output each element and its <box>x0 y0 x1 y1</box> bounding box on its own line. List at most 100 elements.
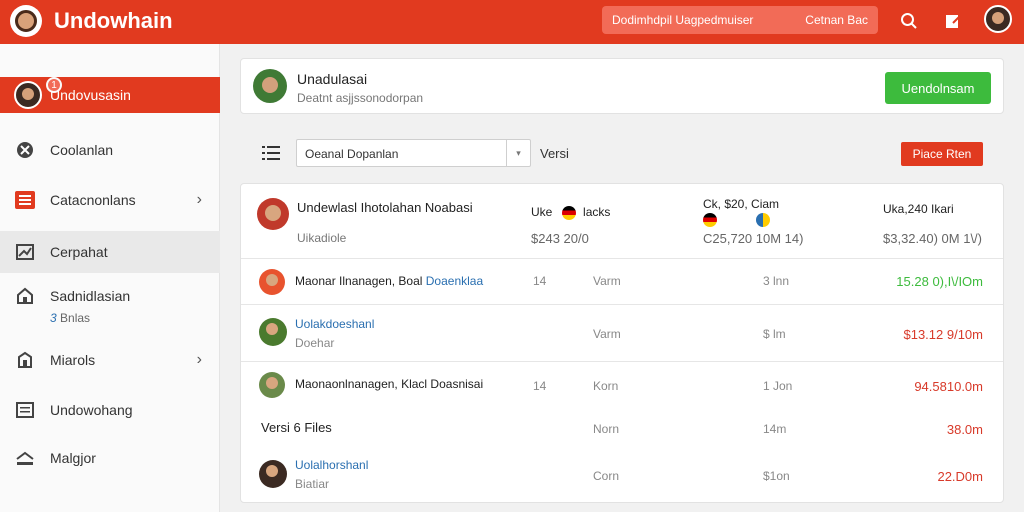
sidebar-item-label: Catacnonlans <box>50 192 136 208</box>
user-avatar[interactable] <box>984 5 1012 33</box>
list-icon <box>14 189 36 211</box>
sidebar: 1 Undovusasin Coolanlan Catacnonlans › C… <box>0 44 220 512</box>
flag-icon <box>703 213 717 227</box>
sidebar-sub-text: Bnlas <box>60 311 91 325</box>
row-col2: Corn <box>593 469 620 483</box>
column-label: Ck, $20, Ciam <box>703 197 780 211</box>
primary-action-button[interactable]: Uendolnsam <box>885 72 991 104</box>
row-name: Maonar Ilnanagen, Boal Doaenklaa <box>295 274 483 288</box>
filter-select[interactable]: Oeanal Dopanlan ▾ <box>296 139 531 167</box>
row-col3: $ lm <box>763 327 786 341</box>
table-row[interactable]: Maonaonlnanagen, Klacl Doasnisai 14 Korn… <box>241 362 1003 410</box>
tools-icon <box>14 139 36 161</box>
filter-select-value: Oeanal Dopanlan <box>305 147 399 161</box>
row-col3: 1 Jon <box>763 379 793 393</box>
profile-subtitle: Deatnt asjjssonodorpan <box>297 91 424 105</box>
building-icon <box>14 349 36 371</box>
table-row[interactable]: Versi 6 Files Norn 14m 38.0m <box>241 410 1003 450</box>
sidebar-item-malgjor[interactable]: Malgjor <box>0 444 220 472</box>
row-name: Uolalhorshanl <box>295 458 368 472</box>
row-col1: 14 <box>533 379 547 393</box>
row-col2: Varm <box>593 327 621 341</box>
row-subtitle: Doehar <box>295 336 335 350</box>
edit-icon[interactable] <box>940 8 966 34</box>
table-subtitle: Uikadiole <box>297 231 347 245</box>
row-col2: Norn <box>593 422 620 436</box>
sidebar-item-label: Undovusasin <box>50 87 131 103</box>
column-header-3[interactable]: Uka,240 Ikari <box>883 202 954 216</box>
chevron-right-icon: › <box>196 191 202 208</box>
profile-card: Unadulasai Deatnt asjjssonodorpan Uendol… <box>240 58 1004 114</box>
filter-label: Versi <box>540 146 569 161</box>
sidebar-item-label: Undowohang <box>50 402 133 418</box>
avatar <box>259 269 285 295</box>
row-name-text: Maonar Ilnanagen, Boal <box>295 274 426 288</box>
row-col3: 14m <box>763 422 787 436</box>
sidebar-item-miarols[interactable]: Miarols › <box>0 346 220 374</box>
avatar <box>259 460 287 488</box>
row-amount: 15.28 0),I\/IOm <box>896 274 983 289</box>
sidebar-item-label: Cerpahat <box>50 244 108 260</box>
row-col2: Varm <box>593 274 621 288</box>
menu-icon[interactable] <box>258 141 284 165</box>
filter-action-button[interactable]: Piace Rten <box>901 142 983 166</box>
brand-logo[interactable] <box>10 5 42 37</box>
column-header-2[interactable]: Ck, $20, Ciam <box>703 197 779 211</box>
brand-name: Undowhain <box>54 8 173 33</box>
column-value-1: $243 20/0 <box>531 231 589 246</box>
row-name: Uolakdoeshanl <box>295 317 374 331</box>
avatar: 1 <box>14 77 62 109</box>
sidebar-item-label: Sadnidlasian <box>50 288 131 304</box>
column-value-3: $3,32.40) 0M 1\/) <box>883 231 982 246</box>
sidebar-item-sadnidlasian[interactable]: Sadnidlasian <box>0 284 220 308</box>
row-col3: 3 lnn <box>763 274 790 288</box>
sidebar-item-label: Miarols <box>50 352 96 368</box>
row-amount: 94.5810.0m <box>914 379 983 394</box>
row-name-highlight[interactable]: Uolakdoeshanl <box>295 317 374 331</box>
avatar <box>259 372 285 398</box>
avatar <box>253 69 287 103</box>
row-name: Maonaonlnanagen, Klacl Doasnisai <box>295 377 484 391</box>
flag-icon <box>561 205 576 220</box>
flag-icon <box>756 213 770 227</box>
row-name-highlight[interactable]: Uolalhorshanl <box>295 458 368 472</box>
row-col3: $1on <box>763 469 790 483</box>
table-row[interactable]: Uolalhorshanl Biatiar Corn $1on 22.D0m <box>241 450 1003 502</box>
sidebar-item-label: Coolanlan <box>50 142 114 158</box>
layers-icon <box>14 447 36 469</box>
document-icon <box>14 399 36 421</box>
row-amount: $13.12 9/10m <box>903 327 983 342</box>
sidebar-item-undovusasin[interactable]: 1 Undovusasin <box>0 77 220 113</box>
search-placeholder: Dodimhdpil Uagpedmuiser <box>612 13 754 27</box>
column-label: Uke <box>531 205 553 219</box>
top-bar: Undowhain Dodimhdpil Uagpedmuiser Cetnan… <box>0 0 1024 44</box>
column-suffix: lacks <box>583 205 611 219</box>
home-icon <box>14 285 36 307</box>
row-name: Versi 6 Files <box>261 420 332 435</box>
chevron-down-icon[interactable]: ▾ <box>506 140 530 166</box>
sidebar-sub-label: 3 Bnlas <box>50 311 90 325</box>
sidebar-item-coolanlan[interactable]: Coolanlan <box>0 136 220 164</box>
table-row[interactable]: Maonar Ilnanagen, Boal Doaenklaa 14 Varm… <box>241 259 1003 304</box>
chart-icon <box>14 241 36 263</box>
row-name-highlight[interactable]: Doaenklaa <box>426 274 483 288</box>
row-col1: 14 <box>533 274 547 288</box>
sidebar-sub-prefix: 3 <box>50 311 57 325</box>
chevron-right-icon: › <box>196 351 202 368</box>
sidebar-item-cerpahat[interactable]: Cerpahat <box>0 231 220 273</box>
column-header-1[interactable]: Uke lacks <box>531 205 610 220</box>
row-amount: 22.D0m <box>937 469 983 484</box>
avatar <box>259 318 287 346</box>
data-table: Undewlasl Ihotolahan Noabasi Uikadiole U… <box>240 183 1004 503</box>
avatar <box>257 198 289 230</box>
search-input[interactable]: Dodimhdpil Uagpedmuiser Cetnan Bac <box>602 6 878 34</box>
search-scope[interactable]: Cetnan Bac <box>805 13 868 27</box>
table-row[interactable]: Uolakdoeshanl Doehar Varm $ lm $13.12 9/… <box>241 305 1003 361</box>
row-subtitle: Biatiar <box>295 477 330 491</box>
sidebar-item-undowohang[interactable]: Undowohang <box>0 396 220 424</box>
table-title: Undewlasl Ihotolahan Noabasi <box>297 200 473 215</box>
search-icon[interactable] <box>896 8 922 34</box>
column-value-2: C25,720 10M 14) <box>703 231 804 246</box>
sidebar-item-label: Malgjor <box>50 450 96 466</box>
sidebar-item-catacnonlans[interactable]: Catacnonlans › <box>0 186 220 214</box>
